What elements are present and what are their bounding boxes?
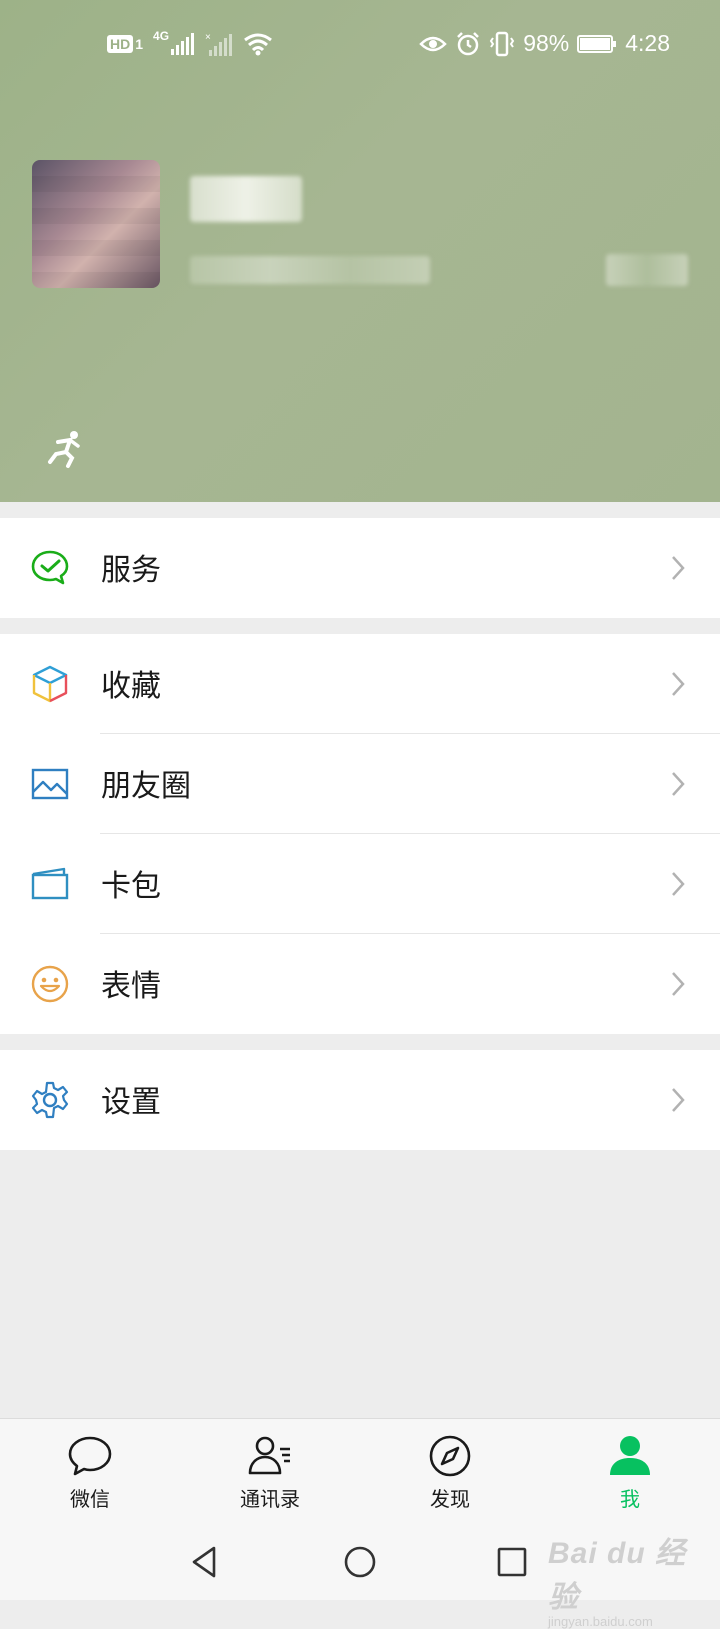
menu-item-moments[interactable]: 朋友圈 [0, 734, 720, 834]
chevron-right-icon [672, 556, 685, 580]
chevron-right-icon [672, 972, 685, 996]
tab-label: 发现 [430, 1487, 470, 1511]
signal-icon [171, 33, 195, 55]
alarm-icon [457, 31, 480, 55]
tab-chats[interactable]: 微信 [30, 1433, 150, 1512]
vibrate-icon [489, 31, 515, 56]
profile-header: HD 1 4G × 98% 4:28 [0, 0, 720, 502]
status-bar: HD 1 4G × 98% 4:28 [0, 28, 720, 64]
menu-label: 卡包 [101, 869, 161, 904]
contacts-icon [248, 1436, 290, 1475]
home-icon[interactable] [340, 1542, 380, 1582]
chevron-right-icon [672, 672, 685, 696]
person-icon [610, 1436, 650, 1475]
menu-group-main: 收藏 朋友圈 卡包 表情 [0, 634, 720, 1034]
menu-label: 朋友圈 [101, 769, 191, 804]
compass-icon [429, 1435, 471, 1477]
service-icon [31, 550, 69, 585]
tab-label: 微信 [70, 1487, 110, 1511]
tab-discover[interactable]: 发现 [390, 1433, 510, 1512]
back-icon[interactable] [186, 1542, 226, 1582]
recents-icon[interactable] [492, 1542, 532, 1582]
chat-bubble-icon [68, 1436, 112, 1476]
wechat-id-redacted[interactable] [190, 256, 430, 284]
tab-label: 通讯录 [240, 1487, 300, 1511]
menu-item-settings[interactable]: 设置 [0, 1050, 720, 1150]
chevron-right-icon [672, 772, 685, 796]
watermark-sub: jingyan.baidu.com [548, 1614, 653, 1629]
battery-percent: 98% [523, 30, 570, 56]
gear-icon [31, 1081, 69, 1119]
menu-group-settings: 设置 [0, 1050, 720, 1150]
menu-label: 收藏 [101, 669, 161, 704]
menu-label: 表情 [101, 969, 161, 1004]
menu-group-service: 服务 [0, 518, 720, 618]
smiley-icon [31, 965, 69, 1003]
chevron-right-icon [672, 1088, 685, 1112]
chevron-right-icon [672, 872, 685, 896]
menu-item-card-wallet[interactable]: 卡包 [0, 834, 720, 934]
menu-item-stickers[interactable]: 表情 [0, 934, 720, 1034]
battery-icon [577, 34, 617, 53]
favorites-cube-icon [32, 665, 68, 703]
menu-item-service[interactable]: 服务 [0, 518, 720, 618]
running-man-icon[interactable] [44, 428, 86, 470]
baidu-jingyan-watermark: Bai du 经验 jingyan.baidu.com [548, 1528, 708, 1629]
tab-contacts[interactable]: 通讯录 [210, 1433, 330, 1512]
svg-text:×: × [205, 32, 211, 43]
eye-icon [419, 36, 447, 51]
network-type: 4G [153, 29, 170, 43]
moments-picture-icon [31, 768, 69, 800]
bottom-tab-bar: 微信 通讯录 发现 我 [0, 1418, 720, 1529]
card-wallet-icon [31, 867, 69, 900]
tab-label: 我 [620, 1487, 640, 1511]
avatar[interactable] [32, 160, 160, 288]
status-bar-left: HD 1 4G × [107, 29, 273, 56]
menu-item-favorites[interactable]: 收藏 [0, 634, 720, 734]
sim-slot: 1 [135, 36, 144, 52]
clock: 4:28 [625, 30, 670, 56]
menu-label: 设置 [101, 1085, 161, 1120]
hd-badge: HD [107, 35, 134, 53]
wifi-icon [244, 33, 272, 56]
qr-code-redacted[interactable] [606, 254, 688, 286]
tab-me[interactable]: 我 [570, 1433, 690, 1512]
signal-no-sim-icon: × [205, 32, 233, 56]
watermark-main: Bai du 经验 [548, 1537, 687, 1614]
nickname-redacted[interactable] [190, 176, 302, 222]
menu-label: 服务 [101, 553, 161, 588]
status-bar-right: 98% 4:28 [419, 30, 670, 57]
